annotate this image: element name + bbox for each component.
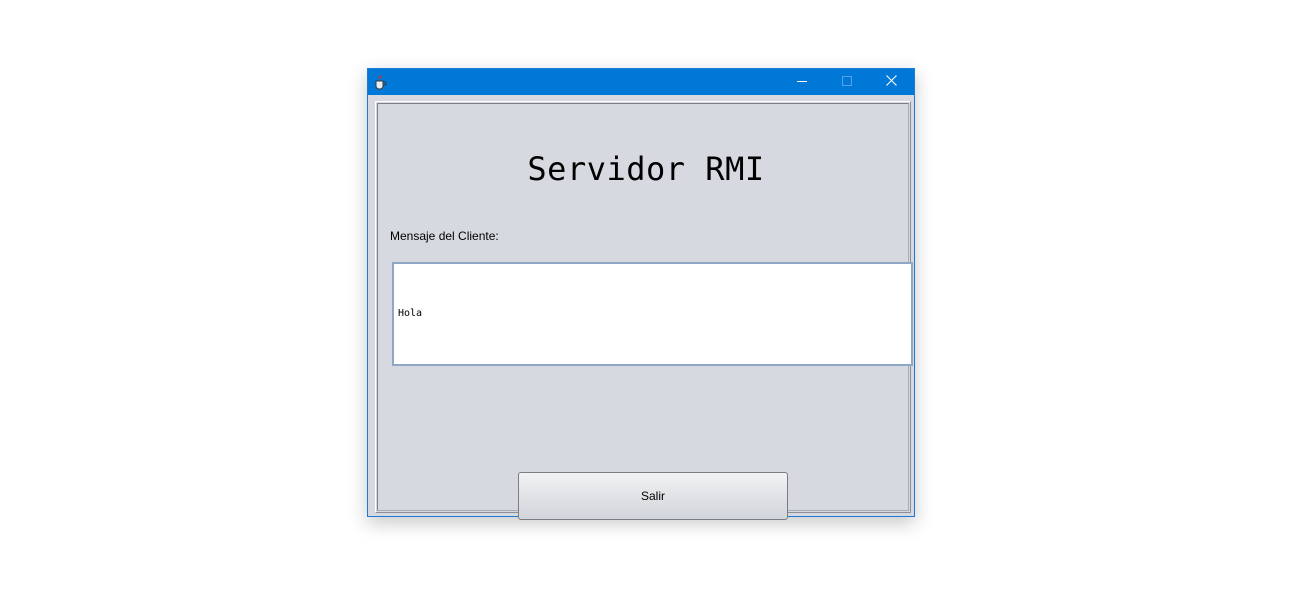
exit-button-label: Salir — [640, 489, 665, 503]
maximize-button[interactable] — [824, 69, 869, 95]
minimize-icon — [796, 73, 807, 91]
page-title: Servidor RMI — [527, 150, 765, 188]
content-panel: Servidor RMI Mensaje del Cliente: Hola S… — [375, 101, 913, 520]
title-bar[interactable] — [368, 69, 914, 95]
close-button[interactable] — [869, 69, 914, 95]
minimize-button[interactable] — [779, 69, 824, 95]
message-label: Mensaje del Cliente: — [390, 229, 499, 243]
message-textarea[interactable]: Hola — [392, 262, 913, 366]
maximize-icon — [841, 73, 852, 91]
exit-button[interactable]: Salir — [518, 472, 788, 520]
app-window: Servidor RMI Mensaje del Cliente: Hola S… — [367, 68, 915, 520]
java-cup-icon[interactable] — [373, 74, 387, 90]
close-icon — [886, 73, 897, 91]
message-value: Hola — [398, 308, 423, 319]
